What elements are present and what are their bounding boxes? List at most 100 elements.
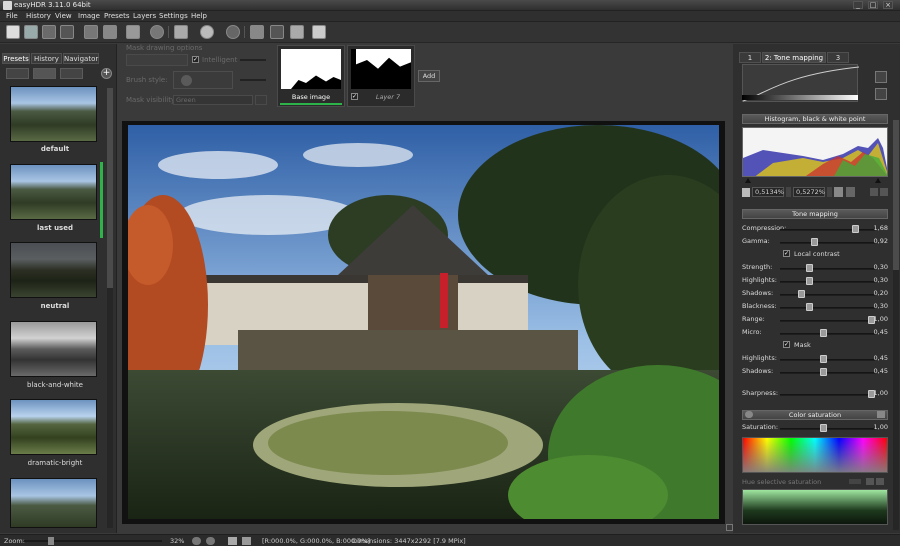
export-icon[interactable] — [126, 25, 140, 39]
white-point-input[interactable]: 0,5272% — [793, 187, 825, 197]
white-point-picker-icon[interactable] — [834, 187, 843, 197]
intelligent-checkbox[interactable]: ✓ — [192, 56, 199, 63]
zoom-slider[interactable] — [24, 540, 162, 542]
slider-track[interactable] — [780, 428, 875, 430]
save-image-icon[interactable] — [103, 25, 117, 39]
monitor-icon[interactable] — [242, 537, 251, 545]
minimize-button[interactable]: _ — [853, 1, 863, 9]
tone-mapping-header[interactable]: Tone mapping — [742, 209, 888, 219]
person-presets-button[interactable] — [60, 68, 83, 79]
add-preset-button[interactable]: + — [101, 68, 112, 79]
histogram-option-icon[interactable] — [870, 188, 878, 196]
hue-close-icon[interactable] — [876, 478, 884, 485]
slider-knob[interactable] — [820, 424, 827, 432]
tab-tone-mapping[interactable]: 2: Tone mapping — [762, 52, 826, 63]
hue-spectrum[interactable] — [742, 437, 888, 473]
tab-step-1[interactable]: 1 — [739, 52, 761, 63]
slider-knob[interactable] — [806, 264, 813, 272]
layer-visible-checkbox[interactable]: ✓ — [351, 93, 358, 100]
menu-settings[interactable]: Settings — [159, 12, 188, 20]
menu-layers[interactable]: Layers — [133, 12, 156, 20]
eye-icon[interactable] — [745, 411, 753, 418]
camera-icon[interactable] — [228, 537, 237, 545]
fit-icon[interactable] — [60, 25, 74, 39]
menu-image[interactable]: Image — [78, 12, 100, 20]
undo-icon[interactable] — [250, 25, 264, 39]
slider-track[interactable] — [780, 242, 875, 244]
white-point-spinner[interactable] — [827, 187, 832, 197]
builtin-presets-button[interactable] — [33, 68, 56, 79]
layer-7[interactable]: ✓ Layer 7 — [347, 45, 415, 107]
batch-icon[interactable] — [84, 25, 98, 39]
slider-knob[interactable] — [852, 225, 859, 233]
mask-visibility-select[interactable]: Green — [173, 95, 253, 105]
brush-style-select[interactable] — [173, 71, 233, 89]
preset-thumb-neutral[interactable] — [10, 242, 97, 298]
menu-help[interactable]: Help — [191, 12, 207, 20]
zoom-in-icon[interactable] — [192, 537, 201, 545]
presets-scrollbar[interactable] — [107, 88, 113, 528]
close-button[interactable]: × — [883, 1, 893, 9]
adjustment-scrollbar[interactable] — [893, 120, 899, 530]
slider-track[interactable] — [780, 372, 875, 374]
black-point-spinner[interactable] — [786, 187, 791, 197]
slider-track[interactable] — [780, 281, 875, 283]
settings-icon[interactable] — [150, 25, 164, 39]
hue-option-icon[interactable] — [866, 478, 874, 485]
slider-track[interactable] — [780, 294, 875, 296]
preset-thumb-default[interactable] — [10, 86, 97, 142]
black-point-marker[interactable] — [745, 178, 751, 183]
slider-track[interactable] — [780, 333, 875, 335]
mask-tools-icon[interactable] — [255, 95, 267, 105]
intelligent-slider[interactable] — [240, 59, 266, 61]
load-image-icon[interactable] — [174, 25, 188, 39]
tab-step-3[interactable]: 3 — [827, 52, 849, 63]
slider-track[interactable] — [780, 359, 875, 361]
slider-track[interactable] — [780, 229, 875, 231]
menu-file[interactable]: File — [6, 12, 18, 20]
folder-icon[interactable] — [877, 411, 885, 418]
brush-tools[interactable] — [126, 54, 188, 66]
flatten-icon[interactable] — [290, 25, 304, 39]
zoom-slider-knob[interactable] — [48, 537, 54, 545]
local-contrast-checkbox[interactable]: ✓ — [783, 250, 790, 257]
preset-thumb-black-and-white[interactable] — [10, 321, 97, 377]
curve-tool-icon[interactable] — [875, 71, 887, 83]
layers-icon[interactable] — [312, 25, 326, 39]
menu-history[interactable]: History — [26, 12, 51, 20]
menu-presets[interactable]: Presets — [104, 12, 129, 20]
redo-icon[interactable] — [270, 25, 284, 39]
color-saturation-header[interactable]: Color saturation — [742, 410, 888, 420]
layer-base-image[interactable]: Base image — [277, 45, 345, 107]
preset-thumb-last-used[interactable] — [10, 164, 97, 220]
black-point-input[interactable]: 0,5134% — [752, 187, 784, 197]
slider-knob[interactable] — [806, 277, 813, 285]
curve-reset-icon[interactable] — [875, 88, 887, 100]
zoom-out-icon[interactable] — [206, 537, 215, 545]
slider-knob[interactable] — [806, 303, 813, 311]
slider-knob[interactable] — [811, 238, 818, 246]
slider-knob[interactable] — [820, 355, 827, 363]
save-icon[interactable] — [24, 25, 38, 39]
slider-knob[interactable] — [820, 368, 827, 376]
add-layer-button[interactable]: Add — [418, 70, 440, 82]
history-forward-icon[interactable] — [226, 25, 240, 39]
auto-levels-icon[interactable] — [846, 187, 855, 197]
slider-track[interactable] — [780, 394, 875, 396]
tab-navigator[interactable]: Navigator — [63, 53, 99, 64]
mask-checkbox[interactable]: ✓ — [783, 341, 790, 348]
slider-track[interactable] — [780, 307, 875, 309]
histogram-header[interactable]: Histogram, black & white point — [742, 114, 888, 124]
histogram[interactable] — [742, 127, 888, 177]
brush-size-slider[interactable] — [240, 79, 266, 81]
preset-thumb[interactable] — [10, 478, 97, 528]
slider-track[interactable] — [780, 268, 875, 270]
image-canvas[interactable] — [122, 121, 725, 524]
menu-view[interactable]: View — [55, 12, 72, 20]
hue-selective-slider[interactable] — [849, 479, 861, 484]
slider-track[interactable] — [780, 320, 875, 322]
resize-grip-icon[interactable] — [726, 524, 733, 531]
hue-selective-curve[interactable] — [742, 489, 888, 525]
white-point-marker[interactable] — [875, 178, 881, 183]
tab-presets[interactable]: Presets — [2, 53, 30, 64]
